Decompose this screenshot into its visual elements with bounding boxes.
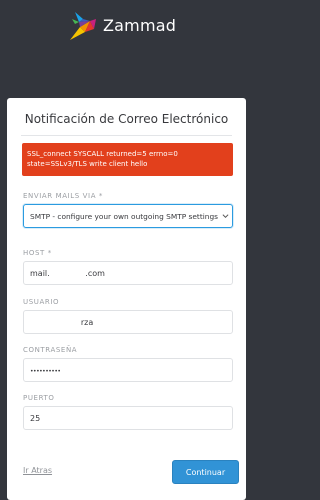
password-label: CONTRASEÑA <box>23 346 78 354</box>
user-input[interactable]: rza <box>23 310 233 334</box>
chevron-down-icon <box>222 214 229 219</box>
user-value: rza <box>30 318 94 327</box>
port-value: 25 <box>30 414 41 423</box>
port-input[interactable]: 25 <box>23 406 233 430</box>
back-link[interactable]: Ir Atras <box>23 466 52 475</box>
password-value: •••••••••• <box>30 368 61 375</box>
send-via-value: SMTP - configure your own outgoing SMTP … <box>30 212 218 221</box>
error-line-1: SSL_connect SYSCALL returned=5 errno=0 <box>27 150 178 158</box>
title-divider <box>21 135 232 136</box>
brand-header: Zammad <box>0 10 253 44</box>
email-notification-card: Notificación de Correo Electrónico SSL_c… <box>7 98 246 500</box>
error-line-2: state=SSLv3/TLS write client hello <box>27 160 148 168</box>
zammad-bird-logo-icon <box>70 12 96 40</box>
send-via-select[interactable]: SMTP - configure your own outgoing SMTP … <box>23 204 233 228</box>
port-label: PUERTO <box>23 394 55 402</box>
page-title: Notificación de Correo Electrónico <box>24 112 229 126</box>
user-label: USUARIO <box>23 298 60 306</box>
host-value: mail. .com <box>30 269 105 278</box>
host-label: HOST * <box>23 249 52 257</box>
brand-name: Zammad <box>103 16 177 35</box>
send-via-label: ENVIAR MAILS VIA * <box>23 192 104 200</box>
password-input[interactable]: •••••••••• <box>23 358 233 382</box>
host-input[interactable]: mail. .com <box>23 261 233 285</box>
continue-button[interactable]: Continuar <box>172 460 239 484</box>
error-alert: SSL_connect SYSCALL returned=5 errno=0 s… <box>22 143 233 176</box>
